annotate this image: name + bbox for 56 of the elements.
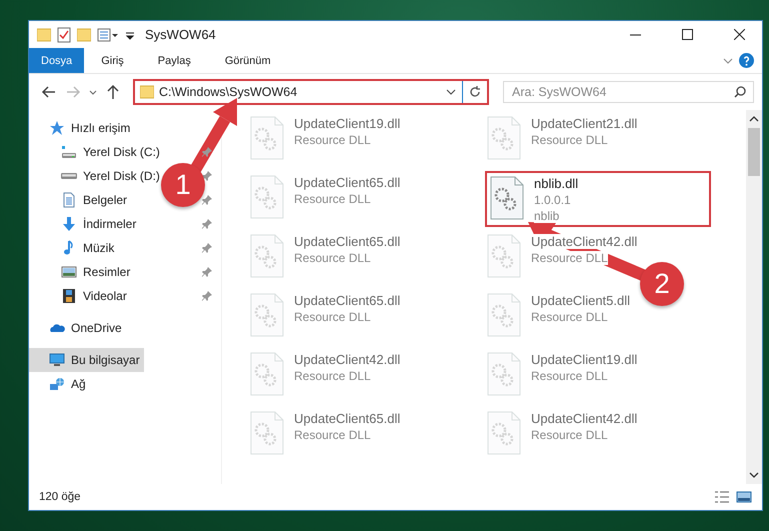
file-detail: Resource DLL	[531, 428, 608, 442]
file-name: UpdateClient65.dll	[294, 234, 400, 249]
file-item[interactable]: UpdateClient19.dll Resource DLL	[485, 348, 640, 396]
file-name: UpdateClient65.dll	[294, 411, 400, 426]
file-name: UpdateClient19.dll	[531, 352, 638, 367]
file-item[interactable]: UpdateClient65.dll Resource DLL	[248, 289, 402, 337]
file-detail: Resource DLL	[294, 428, 371, 442]
file-item[interactable]: UpdateClient65.dll Resource DLL	[248, 171, 402, 219]
file-detail: Resource DLL	[294, 133, 371, 147]
sidebar-item[interactable]: İndirmeler	[41, 212, 140, 236]
file-detail: Resource DLL	[531, 251, 608, 265]
file-detail: Resource DLL	[294, 310, 371, 324]
item-count: 120 öğe	[39, 491, 81, 503]
search-field[interactable]: Ara: SysWOW64	[503, 81, 754, 103]
file-item[interactable]: nblib.dll 1.0.0.1 nblib	[485, 171, 711, 227]
ribbon-tab[interactable]: Giriş	[84, 48, 141, 73]
file-detail: 1.0.0.1	[534, 193, 571, 207]
file-name: UpdateClient42.dll	[531, 234, 638, 249]
file-item[interactable]: UpdateClient42.dll Resource DLL	[485, 407, 640, 455]
file-name: UpdateClient5.dll	[531, 293, 630, 308]
sidebar-item[interactable]: OneDrive	[29, 316, 126, 340]
file-name: UpdateClient42.dll	[531, 411, 638, 426]
file-detail: Resource DLL	[294, 369, 371, 383]
sidebar-item[interactable]: Hızlı erişim	[29, 116, 134, 140]
file-item[interactable]: UpdateClient65.dll Resource DLL	[248, 407, 402, 455]
ribbon-tab[interactable]: Dosya	[29, 48, 84, 73]
sidebar-item[interactable]: Belgeler	[41, 188, 132, 212]
sidebar-item[interactable]: Ağ	[29, 372, 90, 396]
file-name: UpdateClient19.dll	[294, 116, 400, 131]
address-bar[interactable]: C:\Windows\SysWOW64	[133, 79, 489, 105]
file-item[interactable]: UpdateClient5.dll Resource DLL	[485, 289, 632, 337]
window-title: SysWOW64	[145, 27, 217, 42]
file-item[interactable]: UpdateClient21.dll Resource DLL	[485, 112, 640, 160]
file-name: UpdateClient21.dll	[531, 116, 638, 131]
file-name: UpdateClient65.dll	[294, 293, 400, 308]
file-item[interactable]: UpdateClient19.dll Resource DLL	[248, 112, 402, 160]
file-detail: Resource DLL	[294, 192, 371, 206]
ribbon-tab[interactable]: Görünüm	[208, 48, 288, 73]
file-name: UpdateClient65.dll	[294, 175, 400, 190]
sidebar-item[interactable]: Yerel Disk (D:)	[41, 164, 164, 188]
file-detail: Resource DLL	[531, 133, 608, 147]
file-name: nblib.dll	[534, 176, 578, 191]
file-detail: Resource DLL	[531, 369, 608, 383]
ribbon-tab[interactable]: Paylaş	[140, 48, 208, 73]
file-item[interactable]: UpdateClient65.dll Resource DLL	[248, 230, 402, 278]
sidebar-item[interactable]: Resimler	[41, 260, 134, 284]
sidebar-item[interactable]: Yerel Disk (C:)	[41, 140, 164, 164]
file-detail: Resource DLL	[294, 251, 371, 265]
sidebar-item[interactable]: Müzik	[41, 236, 118, 260]
file-detail: Resource DLL	[531, 310, 608, 324]
file-detail: nblib	[534, 209, 560, 223]
sidebar-item[interactable]: Videolar	[41, 284, 131, 308]
file-item[interactable]: UpdateClient42.dll Resource DLL	[485, 230, 640, 278]
file-name: UpdateClient42.dll	[294, 352, 400, 367]
file-item[interactable]: UpdateClient42.dll Resource DLL	[248, 348, 402, 396]
sidebar-item[interactable]: Bu bilgisayar	[29, 348, 144, 372]
